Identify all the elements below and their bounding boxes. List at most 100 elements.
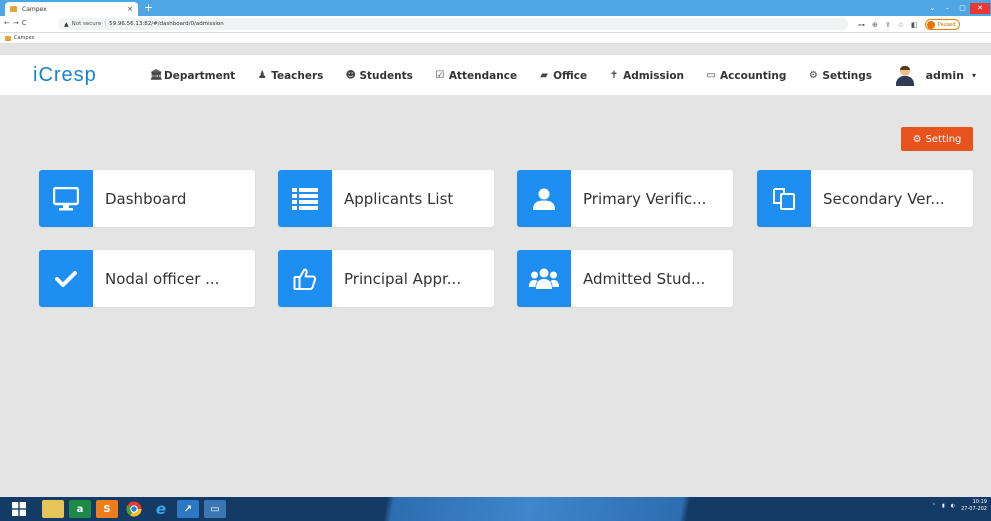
reload-icon[interactable]: C xyxy=(22,19,30,27)
internet-explorer-icon[interactable]: e xyxy=(150,500,172,518)
card-secondary-verification[interactable]: Secondary Ver... xyxy=(757,170,973,227)
avatar xyxy=(895,65,914,86)
browser-tab[interactable]: Campex × xyxy=(5,2,138,16)
chrome-icon[interactable] xyxy=(123,500,145,518)
key-icon[interactable]: ⊶ xyxy=(858,21,865,29)
address-bar-row: ←→C ▲ Not secure | 59.96.56.13:82/#/dash… xyxy=(0,16,991,33)
card-dashboard[interactable]: Dashboard xyxy=(39,170,255,227)
setting-button[interactable]: ⚙ Setting xyxy=(901,127,973,151)
nav-label: Accounting xyxy=(720,69,787,82)
clock-date: 27-07-202 xyxy=(961,506,987,512)
check-square-icon: ☑ xyxy=(435,70,445,81)
tray-chevron-icon[interactable]: ⌃ xyxy=(932,503,936,509)
username: admin xyxy=(925,69,964,82)
nav-office[interactable]: ▰ Office xyxy=(539,70,587,82)
card-label: Primary Verific... xyxy=(583,189,707,208)
card-label: Principal Appr... xyxy=(344,269,462,288)
taskbar-decoration xyxy=(360,497,700,521)
bank-icon: 🏛 xyxy=(150,70,163,81)
nav-label: Department xyxy=(164,69,236,82)
setting-button-label: Setting xyxy=(925,133,962,145)
user-icon: ♟ xyxy=(257,70,267,81)
nav-department[interactable]: 🏛 Department xyxy=(150,70,235,82)
nav-label: Office xyxy=(553,69,588,82)
app-logo[interactable]: iCresp xyxy=(33,63,97,87)
card-admitted-students[interactable]: Admitted Stud... xyxy=(517,250,733,307)
share-icon[interactable]: ⇪ xyxy=(885,21,891,29)
sublime-text-icon[interactable]: S xyxy=(96,500,118,518)
star-icon[interactable]: ☆ xyxy=(898,21,904,29)
users-icon xyxy=(517,250,571,307)
clock-time: 10:19 xyxy=(972,499,987,505)
thumbs-up-icon xyxy=(278,250,332,307)
main-nav: 🏛 Department ♟ Teachers ☻ Students ☑ Attenda… xyxy=(150,55,894,96)
profile-status: Paused xyxy=(937,21,956,28)
browser-tab-bar: Campex × + ⌄ – ▢ ✕ xyxy=(0,0,991,16)
user-icon xyxy=(517,170,571,227)
security-label[interactable]: Not secure xyxy=(72,21,102,27)
sidepanel-icon[interactable]: ◧ xyxy=(911,21,918,29)
favicon-icon xyxy=(10,6,17,12)
book-icon: ▰ xyxy=(540,70,548,81)
gear-icon: ⚙ xyxy=(808,70,818,81)
window-close-icon[interactable]: ✕ xyxy=(970,2,990,14)
bookmark-campex[interactable]: Campex xyxy=(14,35,35,41)
caret-down-icon: ▾ xyxy=(971,71,976,80)
list-icon xyxy=(278,170,332,227)
file-explorer-icon[interactable] xyxy=(42,500,64,518)
browser-toolbar-icons: ⊶ ⊕ ⇪ ☆ ◧ Paused xyxy=(858,19,960,30)
bookmark-favicon-icon xyxy=(5,35,11,41)
card-label: Admitted Stud... xyxy=(583,269,706,288)
tab-title: Campex xyxy=(22,5,47,13)
card-label: Dashboard xyxy=(105,189,187,208)
card-label: Secondary Ver... xyxy=(823,189,945,208)
taskbar-clock[interactable]: 10:19 27-07-202 xyxy=(961,499,987,513)
user-menu[interactable]: admin ▾ xyxy=(895,55,976,96)
card-principal-approval[interactable]: Principal Appr... xyxy=(278,250,494,307)
tray-volume-icon[interactable]: ◐ xyxy=(951,503,955,509)
monitor-icon xyxy=(39,170,93,227)
profile-avatar-icon xyxy=(926,20,935,29)
minimize-icon[interactable]: – xyxy=(940,4,955,12)
nav-label: Admission xyxy=(623,69,685,82)
nav-label: Teachers xyxy=(271,69,324,82)
tray-network-icon[interactable]: ▮ xyxy=(942,503,945,509)
tab-search-icon[interactable]: ⌄ xyxy=(925,4,940,12)
gear-icon: ⚙ xyxy=(912,133,922,145)
maximize-icon[interactable]: ▢ xyxy=(955,4,970,12)
nav-label: Settings xyxy=(822,69,872,82)
card-nodal-officer[interactable]: Nodal officer ... xyxy=(39,250,255,307)
forward-arrow-icon[interactable]: → xyxy=(13,19,22,27)
nav-admission[interactable]: ✝ Admission xyxy=(609,70,684,82)
card-applicants-list[interactable]: Applicants List xyxy=(278,170,494,227)
nav-accounting[interactable]: ▭ Accounting xyxy=(706,70,786,82)
nav-settings[interactable]: ⚙ Settings xyxy=(808,70,872,82)
nav-buttons: ←→C xyxy=(4,19,30,27)
profile-paused-button[interactable]: Paused xyxy=(924,19,960,30)
zoom-icon[interactable]: ⊕ xyxy=(872,21,878,29)
nav-teachers[interactable]: ♟ Teachers xyxy=(257,69,324,82)
app-header: iCresp 🏛 Department ♟ Teachers ☻ Students ☑… xyxy=(0,55,991,96)
users-icon: ☻ xyxy=(345,70,356,81)
tab-close-icon[interactable]: × xyxy=(127,5,133,13)
url-text[interactable]: 59.96.56.13:82/#/dashboard/0/admission xyxy=(109,21,224,27)
card-label: Applicants List xyxy=(344,189,454,208)
windows-start-icon[interactable] xyxy=(8,500,30,518)
back-arrow-icon[interactable]: ← xyxy=(4,19,13,27)
credit-card-icon: ▭ xyxy=(706,70,716,81)
printer-app-icon[interactable]: ▭ xyxy=(204,500,226,518)
new-tab-button[interactable]: + xyxy=(144,1,153,15)
card-primary-verification[interactable]: Primary Verific... xyxy=(517,170,733,227)
bookmarks-bar: Campex xyxy=(0,33,991,44)
card-label: Nodal officer ... xyxy=(105,269,220,288)
remote-app-icon[interactable]: ↗ xyxy=(177,500,199,518)
omnibox[interactable]: ▲ Not secure | 59.96.56.13:82/#/dashboar… xyxy=(58,18,848,30)
window-controls: ⌄ – ▢ ✕ xyxy=(925,0,991,16)
nav-attendance[interactable]: ☑ Attendance xyxy=(435,70,517,82)
warning-icon[interactable]: ▲ xyxy=(64,21,69,28)
nav-students[interactable]: ☻ Students xyxy=(345,70,412,82)
nav-label: Attendance xyxy=(448,69,518,82)
spreadsheet-app-icon[interactable]: a xyxy=(69,500,91,518)
graduate-icon: ✝ xyxy=(609,70,619,81)
check-icon xyxy=(39,250,93,307)
